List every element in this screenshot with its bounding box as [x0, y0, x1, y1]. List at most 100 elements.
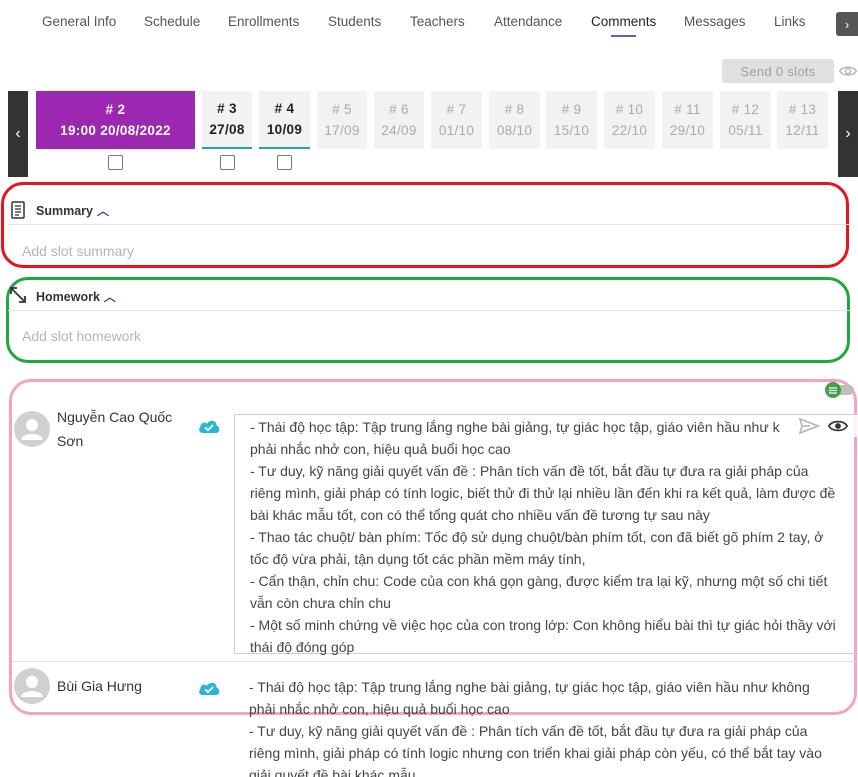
person-icon: [21, 419, 43, 440]
homework-highlight-frame: [6, 277, 850, 363]
slot-number: # 13: [788, 102, 817, 117]
homework-input[interactable]: Add slot homework: [22, 328, 141, 344]
slot-date: 17/09: [324, 123, 360, 138]
tab-attendance[interactable]: Attendance: [494, 14, 562, 29]
list-toggle-icon[interactable]: [824, 382, 856, 398]
student-name-line1: Bùi Gia Hưng: [57, 678, 142, 694]
slot-date: 27/08: [209, 122, 245, 137]
tab-teachers[interactable]: Teachers: [410, 14, 465, 29]
tab-schedule[interactable]: Schedule: [144, 14, 200, 29]
slot-date: 24/09: [381, 123, 417, 138]
student-name: Bùi Gia Hưng: [57, 674, 142, 698]
cloud-done-icon: [199, 420, 220, 433]
comment-line: - Thao tác chuột/ bàn phím: Tốc độ sử dụ…: [250, 529, 824, 545]
comment-line: phải nhắc nhở con, hiệu quả buổi học cao: [250, 441, 511, 457]
summary-input[interactable]: Add slot summary: [22, 243, 134, 259]
slot-2-checkbox[interactable]: [108, 155, 123, 170]
slot-date: 22/10: [611, 123, 648, 138]
slot-number: # 4: [274, 101, 295, 116]
slot-number: # 3: [217, 101, 237, 116]
chevron-right-icon: ›: [845, 125, 851, 142]
slot-number: # 7: [446, 102, 467, 117]
slot-11[interactable]: # 11 29/10: [662, 91, 713, 149]
slot-date: 15/10: [553, 123, 590, 138]
slot-number: # 8: [504, 102, 525, 117]
divider: [8, 310, 850, 311]
tab-bar: General Info Schedule Enrollments Studen…: [0, 0, 858, 44]
comment-line: riêng mình, giải pháp có tính logic, biế…: [250, 485, 836, 501]
cloud-done-icon: [199, 682, 220, 695]
comment-line: - Thái độ học tập: Tập trung lắng nghe b…: [249, 679, 810, 695]
tab-comments[interactable]: Comments: [591, 14, 656, 37]
slot-number: # 10: [615, 102, 644, 117]
divider: [8, 224, 850, 225]
comment-line: - Một số minh chứng về việc học của con …: [250, 617, 836, 633]
comment-line: - Tư duy, kỹ năng giải quyết vấn đề : Ph…: [250, 463, 809, 479]
send-icon[interactable]: [798, 417, 820, 435]
tab-general-info[interactable]: General Info: [42, 14, 116, 29]
comment-line: bài khác mẫu tốt, con có thể tổng quát c…: [250, 507, 710, 523]
slot-number: # 2: [105, 102, 126, 117]
avatar: [14, 411, 50, 447]
slots-next-button[interactable]: ›: [838, 91, 858, 177]
slot-number: # 6: [389, 102, 409, 117]
send-slots-button[interactable]: Send 0 slots: [722, 59, 834, 83]
slot-8[interactable]: # 8 08/10: [489, 91, 540, 149]
summary-title: Summary: [36, 203, 93, 218]
student-name-line2: Sơn: [57, 433, 84, 449]
slot-number: # 12: [731, 102, 760, 117]
homework-title: Homework: [36, 289, 100, 304]
chevron-right-icon: ›: [844, 16, 850, 32]
summary-toggle[interactable]: Summary ︿: [36, 202, 109, 219]
comment-line: vẫn còn chưa chỉn chu: [250, 595, 391, 611]
slots-prev-button[interactable]: ‹: [8, 91, 28, 177]
slot-12[interactable]: # 12 05/11: [720, 91, 771, 149]
comment-textarea[interactable]: - Thái độ học tập: Tập trung lắng nghe b…: [249, 676, 822, 777]
comment-line: giải quyết đề bài khác mẫu: [249, 767, 416, 777]
eye-icon[interactable]: [828, 418, 848, 434]
slot-number: # 9: [561, 102, 582, 117]
tab-students[interactable]: Students: [328, 14, 381, 29]
comment-line: riêng mình, giải pháp có tính logic nhưn…: [249, 745, 822, 761]
tab-messages[interactable]: Messages: [684, 14, 746, 29]
chevron-up-icon: ︿: [103, 290, 116, 304]
receipt-icon: [11, 201, 25, 219]
homework-toggle[interactable]: Homework ︿: [36, 288, 116, 305]
comment-line: thái độ đóng góp: [250, 639, 355, 655]
resize-arrows-icon: [10, 287, 26, 303]
slot-number: # 11: [674, 102, 701, 117]
slot-date: 29/10: [669, 123, 706, 138]
slot-6[interactable]: # 6 24/09: [374, 91, 424, 149]
slot-date: 19:00 20/08/2022: [60, 123, 171, 138]
eye-icon[interactable]: [838, 62, 858, 80]
slot-number: # 5: [332, 102, 352, 117]
slot-9[interactable]: # 9 15/10: [546, 91, 597, 149]
slot-13[interactable]: # 13 12/11: [777, 91, 828, 149]
person-icon: [21, 676, 43, 697]
comment-line: - Tư duy, kỹ năng giải quyết vấn đề : Ph…: [249, 723, 808, 739]
tab-links[interactable]: Links: [774, 14, 806, 29]
comment-line: tốc độ vừa phải, tận dụng tốt các phần m…: [250, 551, 586, 567]
chevron-left-icon: ‹: [15, 125, 21, 142]
slot-date: 05/11: [728, 123, 763, 138]
slot-4[interactable]: # 4 10/09: [259, 91, 310, 149]
slot-date: 01/10: [438, 123, 475, 138]
tab-enrollments[interactable]: Enrollments: [228, 14, 299, 29]
slot-3-checkbox[interactable]: [220, 155, 235, 170]
avatar: [14, 668, 50, 704]
comment-tools: [796, 415, 858, 437]
slot-3[interactable]: # 3 27/08: [202, 91, 252, 149]
slot-5[interactable]: # 5 17/09: [317, 91, 367, 149]
tab-scroll-right-button[interactable]: ›: [836, 12, 858, 36]
student-name: Nguyễn Cao Quốc Sơn: [57, 405, 172, 453]
comment-line: - Cẩn thận, chỉn chu: Code của con khá g…: [250, 573, 828, 589]
slot-7[interactable]: # 7 01/10: [431, 91, 482, 149]
comment-line: phải nhắc nhở con, hiệu quả buổi học cao: [249, 701, 510, 717]
divider: [12, 661, 858, 662]
comment-line: - Thái độ học tập: Tập trung lắng nghe b…: [250, 419, 780, 435]
chevron-up-icon: ︿: [96, 204, 109, 218]
slot-4-checkbox[interactable]: [277, 155, 292, 170]
slot-10[interactable]: # 10 22/10: [604, 91, 655, 149]
slot-2[interactable]: # 2 19:00 20/08/2022: [36, 91, 195, 149]
comment-textarea[interactable]: - Thái độ học tập: Tập trung lắng nghe b…: [234, 414, 858, 655]
